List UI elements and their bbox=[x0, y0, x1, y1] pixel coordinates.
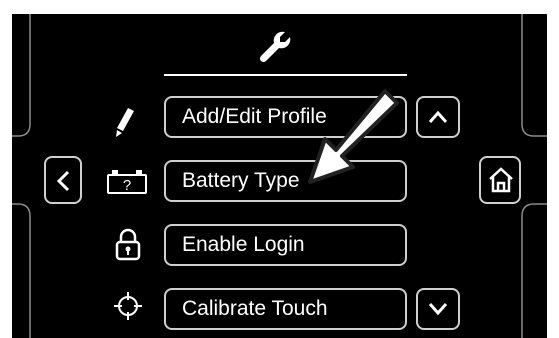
battery-question-icon: ? bbox=[107, 170, 147, 194]
arrow-pointer-icon bbox=[308, 89, 399, 184]
device-screen: Add/Edit Profile ? Battery Type Enable L… bbox=[12, 14, 547, 338]
header-divider bbox=[164, 74, 407, 76]
enable-login-button[interactable]: Enable Login bbox=[164, 224, 407, 266]
padlock-icon bbox=[115, 228, 141, 261]
svg-text:?: ? bbox=[123, 177, 131, 194]
scroll-down-button[interactable] bbox=[416, 288, 460, 330]
enable-login-label: Enable Login bbox=[182, 233, 305, 256]
chevron-up-icon bbox=[428, 110, 448, 123]
crosshair-icon bbox=[114, 292, 142, 320]
home-button[interactable] bbox=[479, 156, 521, 204]
back-button[interactable] bbox=[44, 156, 82, 204]
chevron-down-icon bbox=[428, 303, 448, 316]
calibrate-touch-button[interactable]: Calibrate Touch bbox=[164, 288, 407, 330]
wrench-icon bbox=[259, 31, 291, 63]
scroll-up-button[interactable] bbox=[416, 96, 460, 138]
pencil-icon bbox=[116, 108, 134, 137]
chevron-left-icon bbox=[56, 170, 70, 192]
calibrate-touch-label: Calibrate Touch bbox=[182, 297, 328, 320]
home-icon bbox=[489, 167, 513, 193]
